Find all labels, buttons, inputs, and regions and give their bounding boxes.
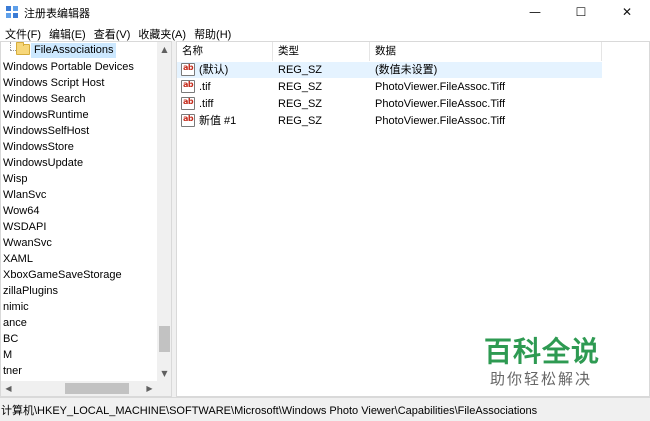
value-type: REG_SZ	[278, 115, 323, 127]
tree-item[interactable]: tner	[1, 363, 157, 379]
tree-item[interactable]: XboxGameSaveStorage	[1, 267, 157, 283]
minimize-button[interactable]: —	[512, 0, 558, 24]
string-value-icon-text: ab	[183, 97, 194, 106]
tree-item[interactable]: ance	[1, 315, 157, 331]
string-value-icon-text: ab	[183, 114, 194, 123]
tree-item-selected[interactable]: FileAssociations	[31, 43, 117, 58]
string-value-icon: ab	[181, 63, 195, 76]
tree-item[interactable]: Windows Search	[1, 91, 157, 107]
string-value-icon: ab	[181, 80, 195, 93]
scroll-corner	[157, 381, 171, 396]
registry-tree[interactable]: FileAssociations Windows Portable Device…	[0, 41, 172, 397]
value-row[interactable]: ab (默认) REG_SZ (数值未设置)	[177, 62, 602, 78]
tree-item[interactable]: WlanSvc	[1, 187, 157, 203]
tree-item[interactable]: WindowsSelfHost	[1, 123, 157, 139]
menu-file[interactable]: 文件(F)	[0, 24, 45, 41]
scroll-up-icon[interactable]: ▲	[157, 42, 171, 57]
scroll-down-icon[interactable]: ▼	[157, 366, 171, 381]
regedit-icon	[6, 6, 18, 18]
tree-connector	[10, 42, 11, 50]
value-data: PhotoViewer.FileAssoc.Tiff	[375, 81, 506, 93]
value-data: (数值未设置)	[375, 64, 438, 76]
tree-item[interactable]: nimic	[1, 299, 157, 315]
column-header-type[interactable]: 类型	[273, 42, 370, 61]
scroll-thumb[interactable]	[65, 383, 129, 394]
scroll-left-icon[interactable]: ◀	[1, 381, 16, 396]
tree-item[interactable]: Wisp	[1, 171, 157, 187]
string-value-icon-text: ab	[183, 80, 194, 89]
value-data: PhotoViewer.FileAssoc.Tiff	[375, 115, 506, 127]
maximize-button[interactable]: ☐	[558, 0, 604, 24]
string-value-icon: ab	[181, 97, 195, 110]
menu-edit[interactable]: 编辑(E)	[45, 24, 90, 41]
folder-icon	[16, 42, 30, 55]
tree-list: Windows Portable Devices Windows Script …	[1, 59, 157, 379]
tree-item[interactable]: WindowsStore	[1, 139, 157, 155]
tree-item[interactable]: BC	[1, 331, 157, 347]
value-name: .tif	[199, 81, 211, 93]
close-button[interactable]: ✕	[604, 0, 650, 24]
scroll-thumb[interactable]	[159, 326, 170, 352]
menu-favorites[interactable]: 收藏夹(A)	[134, 24, 190, 41]
tree-horizontal-scrollbar[interactable]: ◀ ▶	[1, 381, 157, 396]
tree-item[interactable]: WindowsRuntime	[1, 107, 157, 123]
value-name: 新值 #1	[199, 115, 237, 127]
watermark-subtitle: 助你轻松解决	[490, 370, 593, 388]
value-type: REG_SZ	[278, 98, 323, 110]
registry-path: 计算机\HKEY_LOCAL_MACHINE\SOFTWARE\Microsof…	[1, 405, 538, 417]
value-name: (默认)	[199, 64, 229, 76]
column-header-data[interactable]: 数据	[370, 42, 602, 61]
scroll-right-icon[interactable]: ▶	[142, 381, 157, 396]
value-row[interactable]: ab 新值 #1 REG_SZ PhotoViewer.FileAssoc.Ti…	[177, 113, 602, 129]
string-value-icon: ab	[181, 114, 195, 127]
value-row[interactable]: ab .tif REG_SZ PhotoViewer.FileAssoc.Tif…	[177, 79, 602, 95]
tree-item[interactable]: M	[1, 347, 157, 363]
watermark-title: 百科全说	[484, 335, 601, 368]
tree-item[interactable]: WwanSvc	[1, 235, 157, 251]
column-header-name[interactable]: 名称	[177, 42, 273, 61]
tree-item[interactable]: WindowsUpdate	[1, 155, 157, 171]
watermark: 百科全说 助你轻松解决	[470, 330, 620, 392]
menu-help[interactable]: 帮助(H)	[190, 24, 235, 41]
title-bar: 注册表编辑器 — ☐ ✕	[0, 0, 650, 24]
value-row[interactable]: ab .tiff REG_SZ PhotoViewer.FileAssoc.Ti…	[177, 96, 602, 112]
value-data: PhotoViewer.FileAssoc.Tiff	[375, 98, 506, 110]
value-type: REG_SZ	[278, 81, 323, 93]
menu-view[interactable]: 查看(V)	[90, 24, 135, 41]
tree-item[interactable]: WSDAPI	[1, 219, 157, 235]
tree-item[interactable]: XAML	[1, 251, 157, 267]
value-type: REG_SZ	[278, 64, 323, 76]
string-value-icon-text: ab	[183, 63, 194, 72]
window-title: 注册表编辑器	[24, 8, 90, 20]
menu-bar: 文件(F) 编辑(E) 查看(V) 收藏夹(A) 帮助(H)	[0, 24, 650, 41]
value-name: .tiff	[199, 98, 214, 110]
tree-vertical-scrollbar[interactable]: ▲ ▼	[157, 42, 171, 381]
tree-item[interactable]: Wow64	[1, 203, 157, 219]
tree-item[interactable]: Windows Portable Devices	[1, 59, 157, 75]
status-bar: 计算机\HKEY_LOCAL_MACHINE\SOFTWARE\Microsof…	[0, 397, 650, 421]
tree-item[interactable]: Windows Script Host	[1, 75, 157, 91]
tree-item[interactable]: zillaPlugins	[1, 283, 157, 299]
